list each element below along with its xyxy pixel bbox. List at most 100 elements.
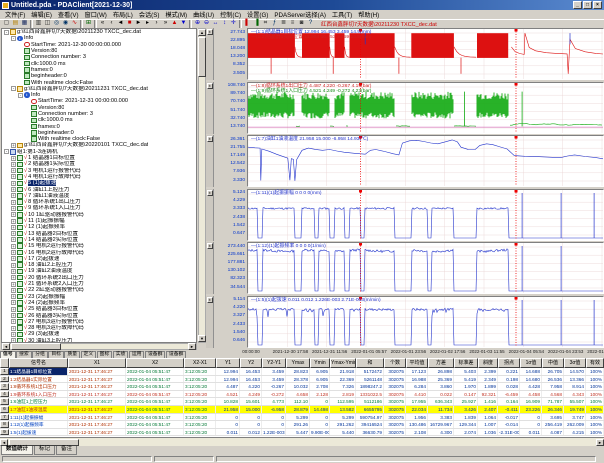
nav-first-icon[interactable]: « bbox=[98, 20, 107, 28]
scroll-thumb[interactable] bbox=[198, 37, 206, 77]
tree-tab-3[interactable]: 目标 bbox=[48, 351, 64, 358]
expand-icon[interactable]: + bbox=[11, 168, 16, 173]
grid-icon[interactable]: ⌗ bbox=[261, 20, 270, 28]
expand-icon[interactable]: + bbox=[11, 319, 16, 324]
collapse-icon[interactable]: - bbox=[11, 86, 16, 91]
pane-button[interactable]: ± bbox=[207, 297, 214, 303]
column-header-16[interactable]: 拐点 bbox=[498, 358, 520, 368]
column-header-6[interactable]: Y2-Y1 bbox=[262, 358, 286, 368]
pane-handle[interactable]: ± bbox=[206, 242, 214, 294]
column-header-2[interactable]: X2 bbox=[126, 358, 184, 368]
pane-handle[interactable]: ± bbox=[206, 82, 214, 134]
menu-item-9[interactable]: 设置(G) bbox=[244, 10, 271, 19]
expand-icon[interactable]: + bbox=[11, 332, 16, 337]
column-header-19[interactable]: 3σ值 bbox=[564, 358, 586, 368]
column-header-5[interactable]: Y2 bbox=[240, 358, 262, 368]
pan-icon[interactable]: ✛ bbox=[229, 20, 238, 28]
marker-down-icon[interactable]: ▼ bbox=[179, 20, 188, 28]
menu-item-4[interactable]: 布局(L) bbox=[110, 10, 136, 19]
scroll-left-arrow[interactable]: ◄ bbox=[2, 343, 10, 350]
tree-tab-7[interactable]: 实绩 bbox=[113, 351, 129, 358]
expand-icon[interactable]: + bbox=[11, 288, 16, 293]
menu-item-7[interactable]: 曲线(U) bbox=[190, 10, 217, 19]
maximize-button[interactable]: □ bbox=[583, 1, 592, 9]
pane-handle[interactable]: ± bbox=[206, 28, 214, 80]
table-row[interactable]: 21:2结晶器1实际位置2021-12-31 17:46:272022-01-0… bbox=[0, 376, 604, 384]
signal-table-icon[interactable]: ≣ bbox=[279, 20, 288, 28]
expand-icon[interactable]: + bbox=[11, 256, 16, 261]
expand-icon[interactable]: + bbox=[11, 231, 16, 236]
play-icon[interactable]: ► bbox=[134, 20, 143, 28]
find-next-icon[interactable]: ◉ bbox=[61, 20, 70, 28]
expand-icon[interactable]: + bbox=[11, 269, 16, 274]
scroll-thumb[interactable] bbox=[11, 343, 61, 350]
stop-icon[interactable]: ■ bbox=[125, 20, 134, 28]
expand-icon[interactable]: + bbox=[11, 162, 16, 167]
plot-area[interactable]: —(1:12)(1)起振频率 0 0 0 0(1/min) bbox=[247, 242, 604, 294]
pane-button[interactable]: ± bbox=[207, 83, 214, 89]
column-header-4[interactable]: Y1 bbox=[216, 358, 240, 368]
new-file-icon[interactable]: ▢ bbox=[2, 20, 11, 28]
menu-item-2[interactable]: 查看(V) bbox=[55, 10, 82, 19]
expand-icon[interactable]: + bbox=[11, 244, 16, 249]
nav-prev-page-icon[interactable]: ‹ bbox=[107, 20, 116, 28]
collapse-icon[interactable]: - bbox=[4, 149, 9, 154]
menu-item-3[interactable]: 窗口(W) bbox=[82, 10, 110, 19]
chart-icon[interactable]: ∿ bbox=[70, 20, 79, 28]
pane-handle[interactable]: ± bbox=[206, 189, 214, 241]
column-header-3[interactable]: X2-X1 bbox=[184, 358, 216, 368]
plot-area[interactable]: —(1:8)循环系统1出口压力 4.487 4.220 -0.267 4.19(… bbox=[247, 82, 604, 134]
collapse-icon[interactable]: - bbox=[18, 93, 23, 98]
column-header-10[interactable]: 和 bbox=[356, 358, 384, 368]
expand-icon[interactable]: + bbox=[11, 206, 16, 211]
expand-icon[interactable]: + bbox=[11, 193, 16, 198]
scroll-right-arrow[interactable]: ► bbox=[596, 439, 604, 446]
marker-up-icon[interactable]: ▲ bbox=[170, 20, 179, 28]
tree-tab-9[interactable]: 设备群 bbox=[145, 351, 165, 358]
marker-x2-icon[interactable]: ▐ bbox=[252, 20, 261, 28]
zoom-y-icon[interactable]: ↕ bbox=[220, 20, 229, 28]
column-header-14[interactable]: 标准差 bbox=[454, 358, 478, 368]
expand-icon[interactable]: + bbox=[11, 225, 16, 230]
zoom-out-icon[interactable]: ⊖ bbox=[202, 20, 211, 28]
expand-icon[interactable]: + bbox=[11, 326, 16, 331]
expand-icon[interactable]: + bbox=[11, 282, 16, 287]
nav-next-icon[interactable]: ▸ bbox=[143, 20, 152, 28]
zoom-x-icon[interactable]: ↔ bbox=[211, 20, 220, 28]
expand-icon[interactable]: + bbox=[11, 156, 16, 161]
expand-icon[interactable]: + bbox=[11, 219, 16, 224]
column-header-12[interactable]: 平均值 bbox=[406, 358, 428, 368]
properties-icon[interactable]: ≡ bbox=[288, 20, 297, 28]
nav-next-page-icon[interactable]: › bbox=[152, 20, 161, 28]
table-row[interactable]: 51:6油缸1上腔压力2021-12-31 17:46:272022-01-04… bbox=[0, 398, 604, 406]
collapse-icon[interactable]: - bbox=[11, 36, 16, 41]
marker-x1-icon[interactable]: ▌ bbox=[243, 20, 252, 28]
print-icon[interactable]: ▥ bbox=[34, 20, 43, 28]
print-preview-icon[interactable]: ◫ bbox=[43, 20, 52, 28]
expand-icon[interactable]: + bbox=[11, 263, 16, 268]
menu-item-1[interactable]: 编辑(E) bbox=[28, 10, 55, 19]
table-horizontal-scrollbar[interactable]: ◄ ► bbox=[0, 437, 604, 446]
table-row[interactable]: 81:12(1)起振频率2021-12-31 17:46:272022-01-0… bbox=[0, 421, 604, 429]
table-row[interactable]: 61:7油缸1油液温度2021-12-31 17:46:272022-01-04… bbox=[0, 406, 604, 414]
expand-icon[interactable]: + bbox=[11, 275, 16, 280]
bottom-tab-1[interactable]: 标记 bbox=[34, 446, 55, 455]
scroll-up-arrow[interactable]: ▲ bbox=[198, 29, 206, 36]
column-header-20[interactable]: 有效 bbox=[586, 358, 604, 368]
column-header-13[interactable]: 方差 bbox=[428, 358, 454, 368]
tree-tab-4[interactable]: 质量 bbox=[64, 351, 80, 358]
find-icon[interactable]: ◎ bbox=[52, 20, 61, 28]
close-button[interactable]: × bbox=[593, 1, 602, 9]
menu-item-6[interactable]: 模式(M) bbox=[162, 10, 190, 19]
plot-area[interactable]: —(1:7)油缸1油液温度 21.958 15.000 -6.958 14.93… bbox=[247, 135, 604, 187]
tree-vertical-scrollbar[interactable]: ▲ ▼ bbox=[198, 28, 206, 343]
pane-handle[interactable]: ± bbox=[206, 135, 214, 187]
menu-item-12[interactable]: 帮助(H) bbox=[355, 10, 382, 19]
bottom-tab-2[interactable]: 备注 bbox=[56, 446, 77, 455]
snapshot-icon[interactable]: ◙ bbox=[297, 20, 306, 28]
collapse-icon[interactable]: - bbox=[4, 30, 9, 35]
plot-area[interactable]: —(1:5)(1)起拔速 0.011 0.012 1.226E-003 2.71… bbox=[247, 296, 604, 348]
column-header-11[interactable]: 个数 bbox=[384, 358, 406, 368]
expand-icon[interactable]: + bbox=[11, 143, 16, 148]
save-icon[interactable]: ▦ bbox=[20, 20, 29, 28]
